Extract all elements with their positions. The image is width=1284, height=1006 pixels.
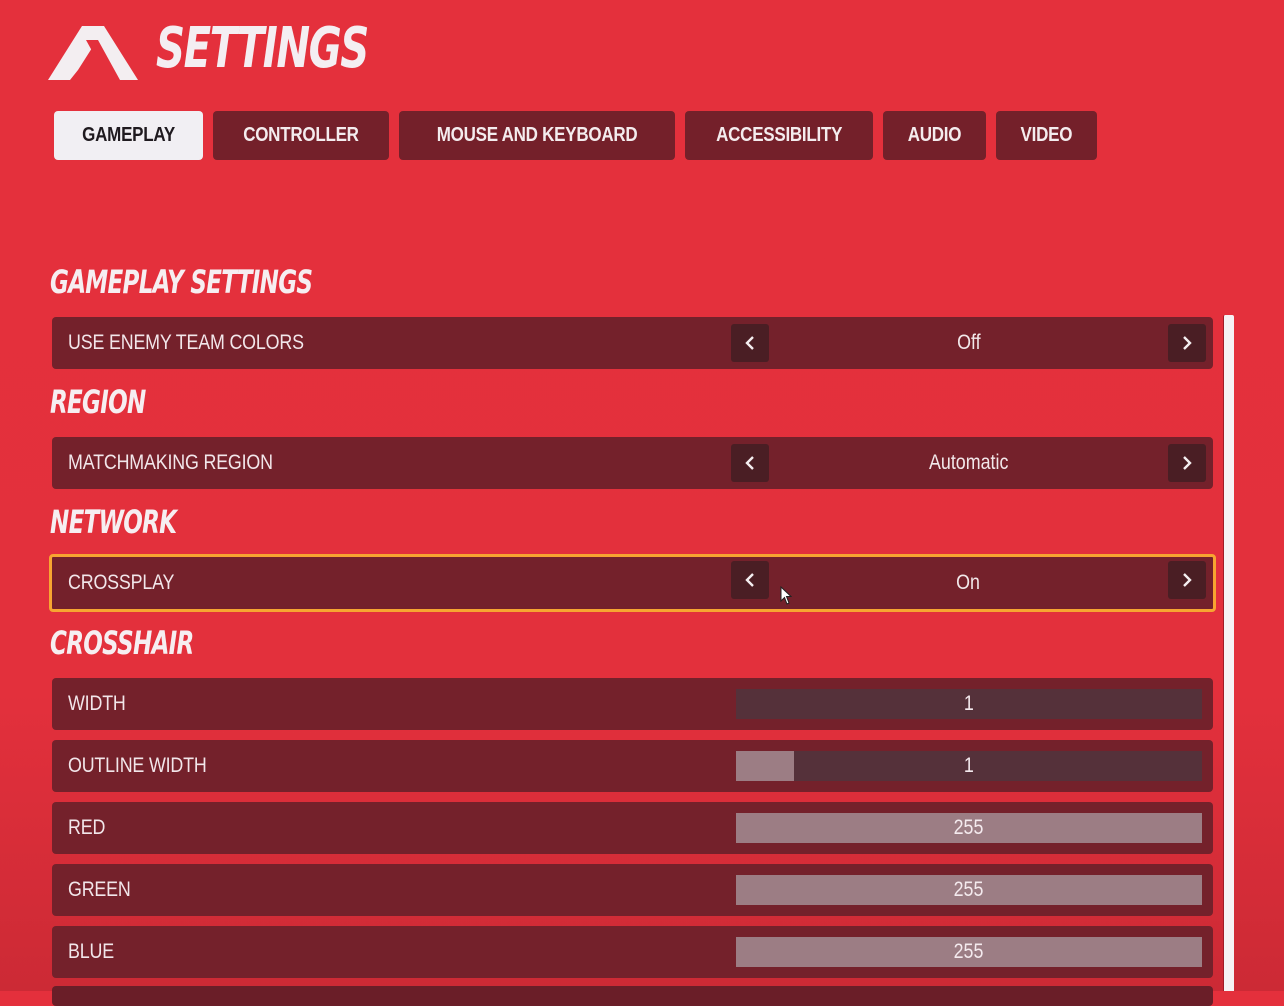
setting-label: MATCHMAKING REGION (68, 451, 273, 474)
setting-row-green: GREEN 255 (52, 864, 1213, 916)
mouse-cursor-icon (780, 586, 792, 605)
setting-row-crossplay[interactable]: CROSSPLAY On (49, 554, 1216, 612)
tab-label: MOUSE AND KEYBOARD (436, 124, 638, 146)
section-title-network: NETWORK (50, 503, 177, 541)
tab-audio[interactable]: AUDIO (883, 111, 987, 160)
setting-label: WIDTH (68, 692, 126, 715)
setting-row-outline-width: OUTLINE WIDTH 1 (52, 740, 1213, 792)
slider-value: 1 (964, 754, 974, 777)
outline-width-slider[interactable]: 1 (736, 751, 1202, 781)
slider-value: 255 (954, 878, 984, 901)
setting-row-red: RED 255 (52, 802, 1213, 854)
tab-label: CONTROLLER (243, 124, 359, 146)
previous-option-button[interactable] (731, 324, 769, 362)
slider-value: 1 (964, 692, 974, 715)
settings-tabs: GAMEPLAY CONTROLLER MOUSE AND KEYBOARD A… (54, 111, 1098, 160)
setting-value: Off (956, 331, 981, 354)
setting-label: USE ENEMY TEAM COLORS (68, 331, 304, 354)
setting-row-use-enemy-team-colors[interactable]: USE ENEMY TEAM COLORS Off (52, 317, 1213, 369)
tab-mouse-and-keyboard[interactable]: MOUSE AND KEYBOARD (399, 111, 676, 160)
chevron-left-icon (745, 336, 754, 350)
next-option-button[interactable] (1168, 561, 1206, 599)
tab-controller[interactable]: CONTROLLER (213, 111, 389, 160)
chevron-left-icon (745, 456, 754, 470)
red-slider[interactable]: 255 (736, 813, 1202, 843)
next-option-button[interactable] (1168, 444, 1206, 482)
setting-row-width: WIDTH 1 (52, 678, 1213, 730)
setting-label: BLUE (68, 940, 114, 963)
blue-slider[interactable]: 255 (736, 937, 1202, 967)
tab-video[interactable]: VIDEO (996, 111, 1098, 160)
section-title-crosshair: CROSSHAIR (50, 624, 194, 662)
setting-label: RED (68, 816, 106, 839)
chevron-left-icon (745, 573, 754, 587)
next-option-button[interactable] (1168, 324, 1206, 362)
chevron-right-icon (1183, 456, 1192, 470)
setting-value: On (956, 571, 981, 594)
tab-gameplay[interactable]: GAMEPLAY (54, 111, 204, 160)
setting-row-matchmaking-region[interactable]: MATCHMAKING REGION Automatic (52, 437, 1213, 489)
chevron-right-icon (1183, 336, 1192, 350)
setting-label: CROSSPLAY (68, 571, 175, 594)
mountain-logo-icon (48, 26, 138, 80)
section-title-region: REGION (50, 383, 146, 421)
tab-label: GAMEPLAY (82, 124, 175, 146)
previous-option-button[interactable] (731, 444, 769, 482)
setting-label: OUTLINE WIDTH (68, 754, 207, 777)
setting-label: GREEN (68, 878, 131, 901)
header: SETTINGS (48, 18, 450, 80)
slider-value: 255 (954, 816, 984, 839)
section-title-gameplay-settings: GAMEPLAY SETTINGS (50, 263, 313, 301)
tab-accessibility[interactable]: ACCESSIBILITY (685, 111, 874, 160)
tab-label: ACCESSIBILITY (716, 124, 843, 146)
slider-value: 255 (954, 940, 984, 963)
setting-value: Automatic (928, 451, 1009, 474)
setting-row-blue: BLUE 255 (52, 926, 1213, 978)
width-slider[interactable]: 1 (736, 689, 1202, 719)
tab-label: VIDEO (1020, 124, 1073, 146)
green-slider[interactable]: 255 (736, 875, 1202, 905)
chevron-right-icon (1183, 573, 1192, 587)
tab-label: AUDIO (908, 124, 962, 146)
previous-option-button[interactable] (731, 561, 769, 599)
scrollbar[interactable] (1223, 315, 1234, 991)
setting-row-partial (52, 986, 1213, 1006)
page-title: SETTINGS (156, 16, 369, 81)
